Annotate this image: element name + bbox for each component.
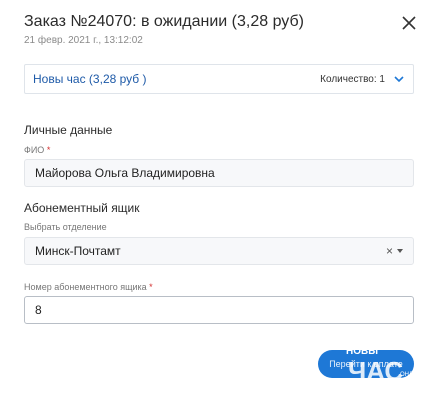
select-controls: × [386, 245, 403, 257]
branch-label: Выбрать отделение [24, 222, 107, 232]
fio-field[interactable]: Майорова Ольга Владимировна [24, 159, 414, 187]
quantity-label: Количество: 1 [320, 73, 385, 85]
order-date: 21 февр. 2021 г., 13:12:02 [24, 35, 143, 46]
box-number-field[interactable]: 8 [24, 296, 414, 324]
product-row[interactable]: Новы час (3,28 руб ) Количество: 1 [24, 64, 414, 94]
branch-value: Минск-Почтамт [35, 244, 121, 258]
required-mark: * [149, 282, 153, 292]
fio-label-text: ФИО [24, 145, 45, 155]
chevron-down-icon[interactable] [393, 73, 405, 85]
fio-label: ФИО * [24, 145, 50, 155]
clear-icon[interactable]: × [386, 245, 393, 257]
pay-button-label: Перейти к оплате [329, 359, 403, 369]
required-mark: * [46, 145, 51, 155]
box-number-value: 8 [35, 303, 42, 317]
branch-select[interactable]: Минск-Почтамт × [24, 237, 414, 265]
order-header: Заказ №24070: в ожидании (3,28 руб) 21 ф… [24, 12, 418, 52]
order-title: Заказ №24070: в ожидании (3,28 руб) [24, 13, 304, 30]
close-icon[interactable] [400, 14, 418, 32]
pay-button[interactable]: Перейти к оплате [318, 350, 414, 378]
box-number-label: Номер абонементного ящика * [24, 282, 153, 292]
box-number-label-text: Номер абонементного ящика [24, 282, 147, 292]
personal-data-heading: Личные данные [24, 123, 113, 137]
po-box-heading: Абонементный ящик [24, 201, 140, 215]
product-name: Новы час (3,28 руб ) [33, 72, 147, 86]
dropdown-caret-icon[interactable] [397, 249, 403, 253]
fio-value: Майорова Ольга Владимировна [35, 166, 215, 180]
quantity-display: Количество: 1 [320, 73, 405, 85]
